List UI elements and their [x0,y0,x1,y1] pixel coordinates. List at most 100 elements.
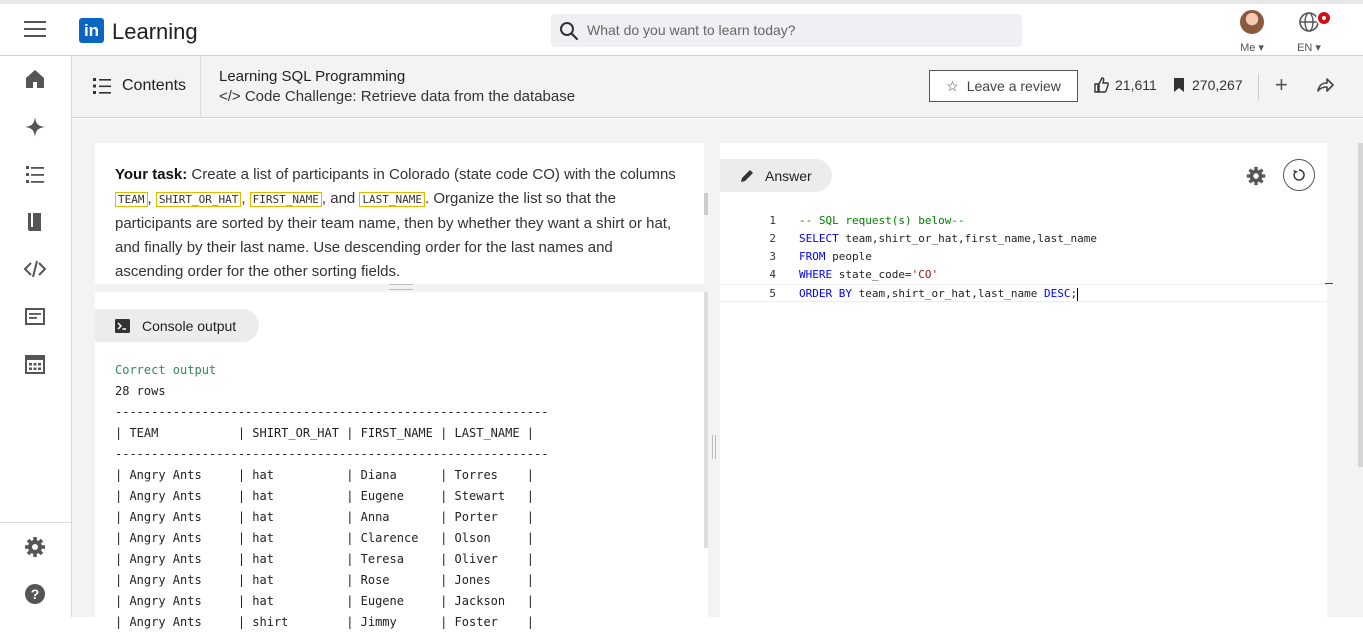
me-menu[interactable]: Me ▾ [1240,10,1264,56]
line-number: 4 [769,268,776,281]
scrollbar[interactable] [704,193,708,215]
line-number: 3 [769,250,776,263]
top-bar: in Learning Me ▾ EN ▾ [0,0,1363,56]
table-row: | Angry Ants | shirt | Jimmy | Foster | [115,615,535,629]
text-cursor [1077,287,1079,301]
sql-text: state_code= [832,268,912,281]
answer-tab[interactable]: Answer [720,159,832,192]
video-title: </> Code Challenge: Retrieve data from t… [219,88,576,105]
sql-text: people [825,250,872,263]
code-icon[interactable] [23,257,47,281]
console-panel: Console output Correct output 28 rows ----… [95,292,708,629]
table-row: | Angry Ants | hat | Teresa | Oliver | [115,552,535,566]
sql-keyword: DESC [1044,287,1071,300]
console-output: Correct output 28 rows -------------------… [115,360,548,633]
course-title[interactable]: Learning SQL Programming [219,68,405,85]
gear-icon[interactable] [1245,165,1267,187]
linkedin-logo[interactable]: in [79,18,104,43]
task-description: Your task: Create a list of participants… [95,143,704,284]
terminal-icon [115,318,130,333]
star-icon: ☆ [946,77,959,94]
contents-button[interactable]: Contents [92,76,186,96]
code-line: 2 SELECT team,shirt_or_hat,first_name,las… [720,230,1327,248]
left-nav: ? [0,56,72,617]
contents-label: Contents [122,77,187,94]
review-label: Leave a review [966,78,1061,94]
home-icon[interactable] [23,67,47,91]
bookmark-icon [1174,78,1184,92]
reset-button[interactable] [1283,159,1315,191]
save-button[interactable]: 270,267 [1172,77,1243,93]
task-text: , [241,190,250,207]
logo-text[interactable]: Learning [112,19,198,45]
sql-keyword: ORDER BY [799,287,852,300]
chevron-down-icon: ▾ [1255,42,1264,54]
leave-review-button[interactable]: ☆ Leave a review [929,70,1078,102]
sparkle-icon[interactable] [23,115,47,139]
table-rule: ----------------------------------------… [115,405,549,419]
sql-string: 'CO' [911,268,939,281]
table-row: | Angry Ants | hat | Rose | Jones | [115,573,535,587]
language-label: EN [1297,42,1313,54]
task-text: Create a list of participants in Colorad… [187,166,676,183]
sql-text: ; [1070,287,1078,300]
code-line: 3 FROM people [720,248,1327,266]
column-token: TEAM [115,192,148,207]
scrollbar[interactable] [1358,143,1363,467]
status-text: Correct output [115,363,217,377]
code-line-active: 5 ORDER BY team,shirt_or_hat,last_name DE… [720,284,1327,302]
calendar-icon[interactable] [23,352,47,376]
code-line: 4 WHERE state_code='CO' [720,266,1327,284]
saves-count: 270,267 [1192,77,1243,93]
like-button[interactable]: 21,611 [1093,77,1157,93]
list-icon[interactable] [23,162,47,186]
reset-icon [1293,169,1305,181]
book-icon[interactable] [23,210,47,234]
sql-text: team,shirt_or_hat,last_name [851,287,1045,300]
line-number: 1 [769,214,776,227]
avatar [1240,10,1264,34]
share-icon[interactable] [1316,76,1334,94]
search-input[interactable] [587,19,1007,41]
split-resize-handle[interactable] [712,435,716,459]
settings-icon[interactable] [23,535,47,559]
challenge-workspace: Your task: Create a list of participants… [72,119,1363,629]
table-row: | Angry Ants | hat | Clarence | Olson | [115,531,535,545]
search-icon [560,22,579,41]
console-output-tab[interactable]: Console output [95,309,259,342]
menu-icon[interactable] [24,21,46,42]
table-row: | Angry Ants | hat | Eugene | Stewart | [115,489,535,503]
task-text: , and [321,190,360,207]
table-header: | TEAM | SHIRT_OR_HAT | FIRST_NAME | LAS… [115,426,535,440]
table-row: | Angry Ants | hat | Anna | Porter | [115,510,535,524]
me-label: Me [1240,42,1256,54]
column-token: SHIRT_OR_HAT [155,192,242,207]
answer-tab-label: Answer [765,167,812,184]
resize-handle[interactable] [389,284,413,290]
scrollbar[interactable] [704,292,708,548]
divider [200,56,201,118]
table-row: | Angry Ants | hat | Eugene | Jackson | [115,594,535,608]
code-editor-panel: Answer 1 -- SQL request(s) below-- 2 SELEC… [720,143,1333,617]
notification-badge [1316,10,1332,26]
table-rule: ----------------------------------------… [115,447,549,461]
chevron-down-icon: ▾ [1312,42,1321,54]
nav-divider [0,522,71,523]
pencil-icon [741,170,753,182]
list-icon [93,78,111,94]
scroll-marker [1325,283,1333,284]
sql-keyword: WHERE [799,268,833,281]
search-bar[interactable] [551,14,1022,47]
certificate-icon[interactable] [23,305,47,329]
column-token: FIRST_NAME [249,192,322,207]
task-text: , [147,190,156,207]
code-editor[interactable]: 1 -- SQL request(s) below-- 2 SELECT team,… [720,212,1327,302]
line-number: 2 [769,232,776,245]
sql-text: team,shirt_or_hat,first_name,last_name [838,232,1098,245]
help-icon[interactable]: ? [23,582,47,606]
divider [1258,74,1259,100]
row-count: 28 rows [115,384,166,398]
course-header: Contents Learning SQL Programming </> Co… [72,56,1363,118]
sql-comment: -- SQL request(s) below-- [799,214,965,227]
plus-icon[interactable]: + [1275,72,1288,98]
